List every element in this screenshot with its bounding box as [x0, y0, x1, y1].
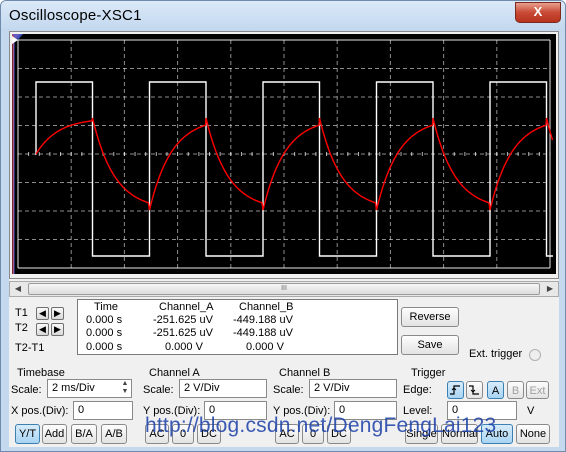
cursor-readout-table: Time Channel_A Channel_B 0.000 s -251.62…	[77, 299, 398, 355]
channel-b-trace	[35, 81, 553, 257]
channel-a-scale-input[interactable]: 2 V/Div	[179, 379, 267, 398]
trigger-level-unit: V	[527, 405, 535, 417]
channel-a-trace	[35, 117, 554, 211]
channel-a-title: Channel A	[149, 367, 200, 379]
falling-edge-icon[interactable]	[466, 381, 483, 399]
save-button[interactable]: Save	[401, 335, 459, 355]
watermark-text: http://blog.csdn.net/DengFengLai123	[145, 414, 497, 437]
readout-row2-time: 0.000 s	[86, 327, 123, 339]
timebase-xpos-input[interactable]: 0	[73, 401, 133, 420]
readout-header-channel-b: Channel_B	[239, 301, 294, 313]
timebase-title: Timebase	[17, 367, 65, 379]
t2-right-arrow-icon[interactable]: ▶	[51, 323, 64, 336]
trigger-edge-label: Edge:	[403, 384, 432, 396]
readout-header-channel-a: Channel_A	[159, 301, 214, 313]
reverse-button[interactable]: Reverse	[401, 307, 459, 327]
scroll-left-icon[interactable]: ◀	[10, 282, 26, 296]
timebase-xpos-label: X pos.(Div):	[11, 405, 69, 417]
channel-b-scale-label: Scale:	[273, 384, 304, 396]
t1-right-arrow-icon[interactable]: ▶	[51, 307, 64, 320]
scope-display	[10, 34, 554, 274]
close-button[interactable]: X	[515, 2, 561, 23]
trigger-title: Trigger	[411, 367, 446, 379]
rising-edge-icon[interactable]	[447, 381, 464, 399]
readout-row2-channel-a: -251.625 uV	[153, 327, 213, 339]
readout-row3-channel-b: 0.000 V	[246, 341, 284, 353]
trigger-none-button[interactable]: None	[516, 424, 550, 444]
scope-screen-frame	[9, 31, 559, 279]
channel-b-title: Channel B	[279, 367, 331, 379]
timebase-scale-spinner-icon[interactable]: ▲ ▼	[119, 380, 131, 397]
window-title: Oscilloscope-XSC1	[9, 7, 142, 24]
t1-label: T1	[15, 307, 28, 319]
timebase-scale-label: Scale:	[11, 384, 42, 396]
scroll-right-icon[interactable]: ▶	[542, 282, 558, 296]
scope-screen[interactable]	[10, 34, 556, 274]
trigger-source-b-button[interactable]: B	[507, 381, 524, 399]
readout-row3-time: 0.000 s	[86, 341, 123, 353]
readout-row3-channel-a: 0.000 V	[165, 341, 203, 353]
t1-left-arrow-icon[interactable]: ◀	[36, 307, 49, 320]
ext-trigger-label: Ext. trigger	[469, 348, 523, 360]
mode-ba-button[interactable]: B/A	[71, 424, 97, 444]
readout-row1-time: 0.000 s	[86, 314, 123, 326]
title-bar[interactable]: Oscilloscope-XSC1 X	[1, 1, 565, 31]
oscilloscope-panel: ◀ III ▶ T1 ◀ ▶ T2 ◀ ▶ T2-T1 Time Channel…	[9, 31, 559, 447]
mode-yt-button[interactable]: Y/T	[15, 424, 40, 444]
ext-trigger-radio[interactable]	[529, 349, 541, 361]
readout-row2-channel-b: -449.188 uV	[233, 327, 293, 339]
horizontal-scrollbar[interactable]: ◀ III ▶	[9, 281, 559, 297]
t2-left-arrow-icon[interactable]: ◀	[36, 323, 49, 336]
readout-header-time: Time	[94, 301, 119, 313]
mode-ab-button[interactable]: A/B	[101, 424, 127, 444]
readout-row1-channel-b: -449.188 uV	[233, 314, 293, 326]
t2-label: T2	[15, 322, 28, 334]
mode-add-button[interactable]: Add	[42, 424, 67, 444]
oscilloscope-window: Oscilloscope-XSC1 X ◀ III ▶ T1 ◀ ▶ T2 ◀ …	[0, 0, 566, 452]
scroll-thumb[interactable]: III	[28, 283, 540, 295]
trigger-source-ext-button[interactable]: Ext	[526, 381, 549, 399]
channel-a-scale-label: Scale:	[143, 384, 174, 396]
t2-t1-label: T2-T1	[15, 342, 45, 354]
trigger-source-a-button[interactable]: A	[487, 381, 504, 399]
readout-row1-channel-a: -251.625 uV	[153, 314, 213, 326]
channel-b-scale-input[interactable]: 2 V/Div	[309, 379, 397, 398]
